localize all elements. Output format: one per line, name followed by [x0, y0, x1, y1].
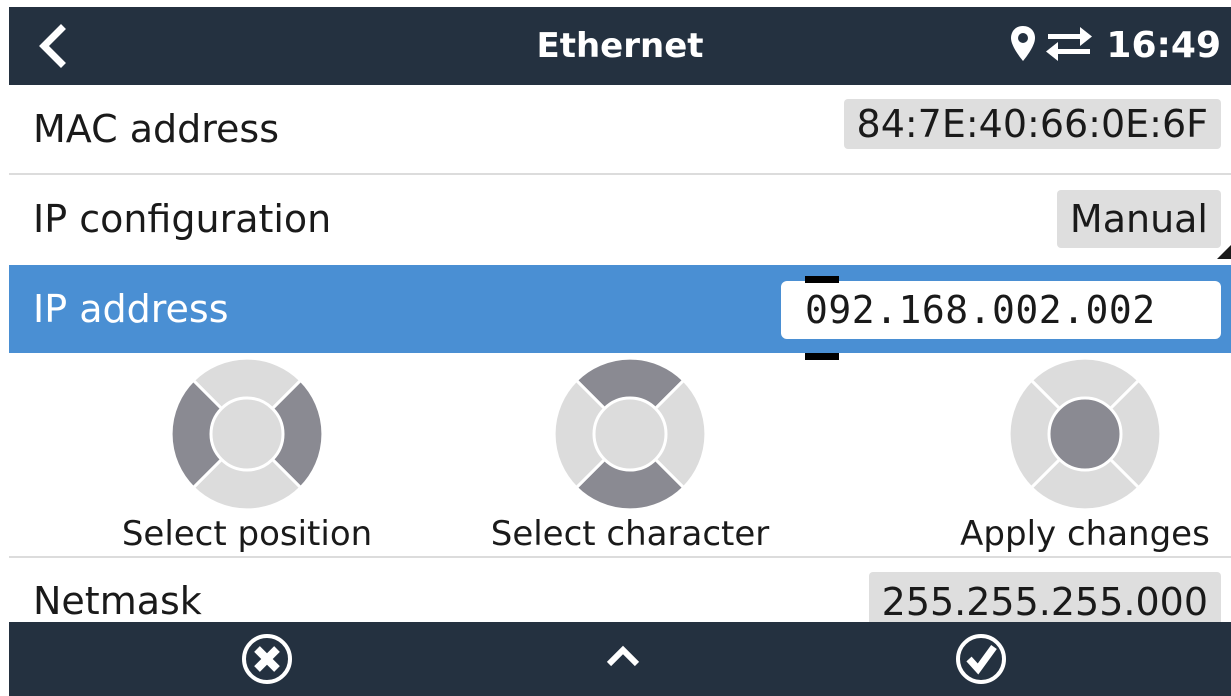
- ip-configuration-value[interactable]: Manual: [1056, 190, 1221, 248]
- netmask-label: Netmask: [33, 579, 202, 623]
- cancel-button[interactable]: [240, 632, 294, 686]
- edit-cursor-top: [805, 276, 839, 283]
- help-select-character-label: Select character: [490, 514, 770, 554]
- mac-address-value: 84:7E:40:66:0E:6F: [843, 99, 1221, 149]
- location-pin-icon: [1010, 25, 1036, 67]
- ip-address-row[interactable]: IP address 092.168.002.002: [9, 265, 1231, 360]
- ip-configuration-row[interactable]: IP configuration Manual: [9, 175, 1231, 263]
- ip-address-value: 092.168.002.002: [805, 288, 1156, 332]
- mac-address-row: MAC address 84:7E:40:66:0E:6F: [9, 85, 1231, 173]
- chevron-up-icon: [606, 645, 640, 667]
- clock: 16:49: [1106, 25, 1221, 66]
- footer-bar: [9, 622, 1231, 696]
- check-circle-icon: [956, 634, 1006, 684]
- ip-configuration-label: IP configuration: [33, 197, 332, 241]
- ip-address-label: IP address: [33, 287, 229, 331]
- status-area: 16:49: [1010, 23, 1221, 69]
- joystick-left-right-icon: [169, 356, 325, 512]
- help-select-character: Select character: [465, 353, 795, 554]
- header-bar: Ethernet 16:49: [9, 7, 1231, 85]
- joystick-center-press-icon: [1007, 356, 1163, 512]
- joystick-help: Select position Select character Apply c: [9, 353, 1231, 556]
- netmask-row[interactable]: Netmask 255.255.255.000: [9, 560, 1231, 632]
- ip-address-input[interactable]: 092.168.002.002: [781, 276, 1221, 360]
- help-apply-changes-label: Apply changes: [960, 514, 1210, 554]
- dropdown-corner-icon: [1217, 245, 1231, 259]
- confirm-button[interactable]: [954, 632, 1008, 686]
- mac-address-label: MAC address: [33, 107, 280, 151]
- help-select-position: Select position: [82, 353, 412, 554]
- joystick-up-down-icon: [552, 356, 708, 512]
- help-apply-changes: Apply changes: [920, 353, 1231, 554]
- transfer-arrows-icon: [1044, 24, 1094, 68]
- help-select-position-label: Select position: [121, 514, 373, 554]
- scroll-up-button[interactable]: [601, 632, 645, 686]
- divider: [9, 556, 1231, 558]
- cancel-circle-icon: [242, 634, 292, 684]
